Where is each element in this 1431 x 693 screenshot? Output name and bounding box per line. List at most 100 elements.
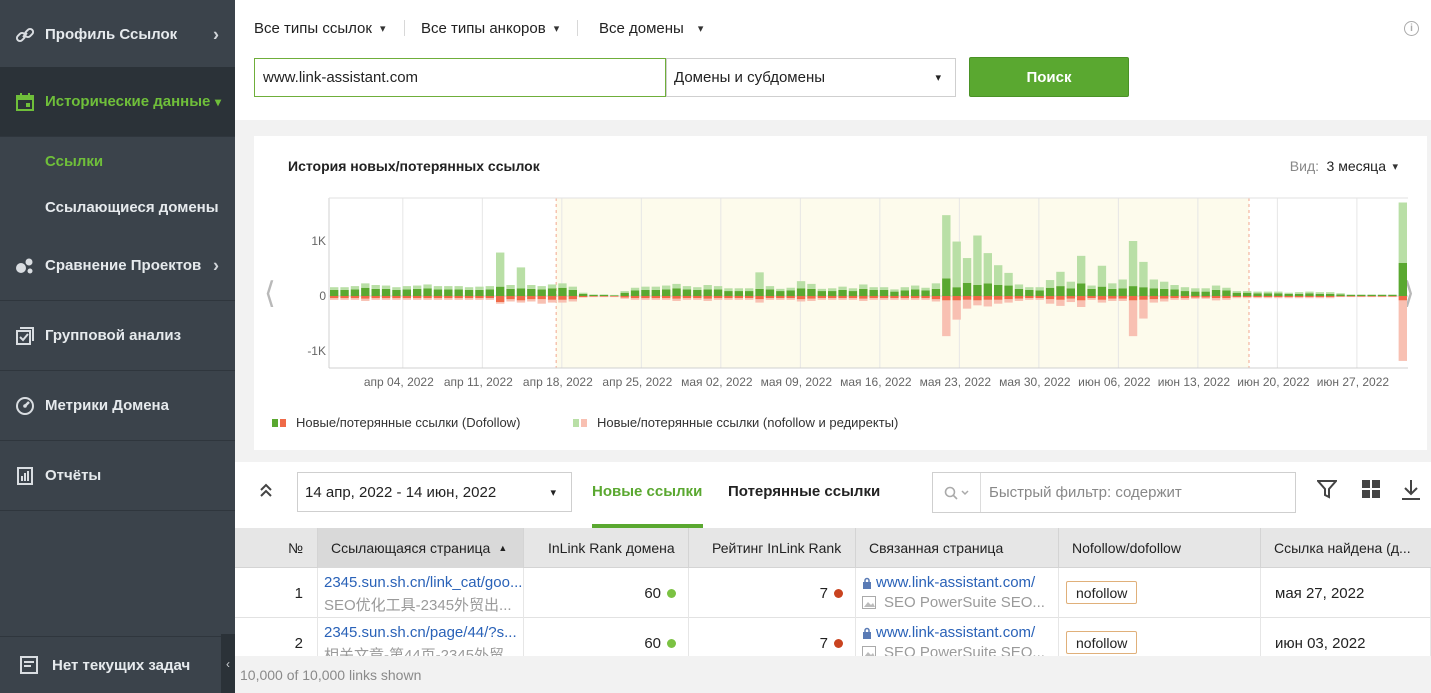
download-icon[interactable] xyxy=(1401,479,1421,506)
table-row[interactable]: 1 2345.sun.sh.cn/link_cat/goo... SEO优化工具… xyxy=(235,568,1431,618)
bar-new-dofollow xyxy=(1336,294,1345,296)
legend-dofollow[interactable]: Новые/потерянные ссылки (Dofollow) xyxy=(272,415,520,430)
bar-new-dofollow xyxy=(1253,293,1262,296)
bar-lost-nofollow xyxy=(1066,298,1075,303)
bar-lost-dofollow xyxy=(838,296,847,299)
bar-lost-dofollow xyxy=(911,296,920,299)
col-domain-rank[interactable]: InLink Rank домена xyxy=(524,528,689,568)
bar-lost-nofollow xyxy=(1263,297,1273,299)
link-types-dropdown[interactable]: Все типы ссылок ▾ xyxy=(254,20,385,37)
bar-new-nofollow xyxy=(1004,272,1013,286)
grid-view-icon[interactable] xyxy=(1361,479,1381,504)
bar-new-dofollow xyxy=(1201,291,1210,296)
bar-lost-nofollow xyxy=(776,298,785,300)
referring-page-link[interactable]: 2345.sun.sh.cn/page/44/?s... xyxy=(324,624,517,641)
col-target-page[interactable]: Связанная страница xyxy=(856,528,1059,568)
bar-new-dofollow xyxy=(1035,290,1044,296)
bar-new-nofollow xyxy=(589,294,598,295)
bar-new-dofollow xyxy=(1045,287,1055,296)
x-tick-label: апр 04, 2022 xyxy=(364,375,434,389)
bar-new-dofollow xyxy=(454,289,463,296)
inlink-rank-value: 7 xyxy=(819,584,828,602)
bar-lost-dofollow xyxy=(848,296,858,299)
sidebar-collapse-toggle[interactable]: ‹ xyxy=(221,634,235,693)
sidebar-subitem-ref-domains[interactable]: Ссылающиеся домены xyxy=(45,199,219,216)
collapse-chart-icon[interactable] xyxy=(259,482,273,501)
tasks-status[interactable]: Нет текущих задач xyxy=(0,636,235,693)
bar-lost-dofollow xyxy=(402,296,411,299)
col-referring-page[interactable]: Ссылающаяся страница ▲ xyxy=(318,528,524,568)
target-page-cell: www.link-assistant.com/ SEO PowerSuite S… xyxy=(856,568,1059,618)
filter-funnel-icon[interactable] xyxy=(1315,479,1339,504)
target-page-link[interactable]: www.link-assistant.com/ xyxy=(862,624,1035,641)
view-period-dropdown[interactable]: 3 месяца xyxy=(1327,158,1386,174)
sidebar-item-historical[interactable]: Исторические данные ▾ xyxy=(0,67,235,137)
x-tick-label: мая 16, 2022 xyxy=(840,375,912,389)
col-num[interactable]: № xyxy=(235,528,318,568)
bar-lost-nofollow xyxy=(1305,297,1314,299)
x-tick-label: июн 20, 2022 xyxy=(1237,375,1310,389)
col-inlink-rank[interactable]: Рейтинг InLink Rank xyxy=(689,528,856,568)
bar-new-nofollow xyxy=(1263,291,1273,294)
search-button[interactable]: Поиск xyxy=(969,57,1129,97)
bar-lost-dofollow xyxy=(745,296,754,299)
sidebar-item-group-analysis[interactable]: Групповой анализ xyxy=(0,301,235,371)
bar-lost-nofollow xyxy=(931,299,941,302)
sidebar-item-link-profile[interactable]: Профиль Ссылок › xyxy=(0,0,235,70)
bar-lost-dofollow xyxy=(994,296,1003,300)
bar-new-dofollow xyxy=(361,287,370,296)
bar-new-dofollow xyxy=(444,289,453,296)
scope-select[interactable]: Домены и субдомены ▾ xyxy=(666,58,956,97)
bar-new-nofollow xyxy=(330,287,339,290)
bar-lost-dofollow xyxy=(1045,296,1055,300)
bar-new-dofollow xyxy=(527,288,536,296)
tab-new-links[interactable]: Новые ссылки xyxy=(592,483,702,500)
bar-new-dofollow xyxy=(506,288,515,296)
bar-lost-nofollow xyxy=(464,298,474,300)
chevron-down-icon[interactable]: ▾ xyxy=(1392,160,1398,173)
bar-new-nofollow xyxy=(973,235,982,285)
tab-lost-links[interactable]: Потерянные ссылки xyxy=(728,483,880,500)
bar-new-dofollow xyxy=(630,290,640,296)
bar-lost-nofollow xyxy=(1035,298,1044,300)
bar-new-nofollow xyxy=(662,285,671,290)
legend-nofollow[interactable]: Новые/потерянные ссылки (nofollow и реди… xyxy=(573,415,898,430)
col-follow[interactable]: Nofollow/dofollow xyxy=(1059,528,1261,568)
col-found-date[interactable]: Ссылка найдена (д... xyxy=(1261,528,1431,568)
anchor-types-dropdown[interactable]: Все типы анкоров ▾ xyxy=(421,20,559,37)
links-history-chart[interactable]: апр 04, 2022 апр 11, 2022 апр 18, 2022 апр … xyxy=(254,186,1427,396)
bar-lost-dofollow xyxy=(662,296,671,299)
url-input[interactable]: www.link-assistant.com xyxy=(254,58,666,97)
bar-new-nofollow xyxy=(1326,292,1335,294)
bar-lost-dofollow xyxy=(734,296,743,299)
info-icon[interactable]: i xyxy=(1404,21,1419,36)
sidebar-item-compare[interactable]: Сравнение Проектов › xyxy=(0,231,235,301)
bar-new-nofollow xyxy=(1014,284,1024,289)
filter-search-icon[interactable] xyxy=(933,473,981,512)
bar-new-dofollow xyxy=(464,289,474,296)
bar-new-nofollow xyxy=(1388,294,1397,295)
domains-dropdown[interactable]: Все домены ▾ xyxy=(599,20,703,37)
quick-filter-input[interactable]: Быстрый фильтр: содержит xyxy=(932,472,1296,513)
bar-lost-nofollow xyxy=(547,299,557,303)
divider xyxy=(577,20,578,36)
date-range-picker[interactable]: 14 апр, 2022 - 14 июн, 2022 ▾ xyxy=(297,472,572,512)
bar-new-dofollow xyxy=(1326,293,1335,296)
bar-new-dofollow xyxy=(983,283,992,296)
sidebar-item-reports[interactable]: Отчёты xyxy=(0,441,235,511)
sidebar-item-domain-metrics[interactable]: Метрики Домена xyxy=(0,371,235,441)
bar-new-nofollow xyxy=(879,287,889,290)
bar-lost-dofollow xyxy=(423,296,432,299)
bar-new-nofollow xyxy=(931,283,941,289)
legend-swatch-new xyxy=(272,418,278,427)
sidebar-subitem-links[interactable]: Ссылки xyxy=(45,153,103,170)
bar-new-nofollow xyxy=(641,286,650,290)
bar-new-dofollow xyxy=(682,289,692,296)
target-page-link[interactable]: www.link-assistant.com/ xyxy=(862,574,1035,591)
bar-new-dofollow xyxy=(662,289,671,296)
referring-page-link[interactable]: 2345.sun.sh.cn/link_cat/goo... xyxy=(324,574,522,591)
bar-lost-dofollow xyxy=(890,296,899,299)
bar-new-dofollow xyxy=(537,289,546,296)
bar-lost-dofollow xyxy=(651,296,660,299)
bar-new-dofollow xyxy=(516,288,526,296)
